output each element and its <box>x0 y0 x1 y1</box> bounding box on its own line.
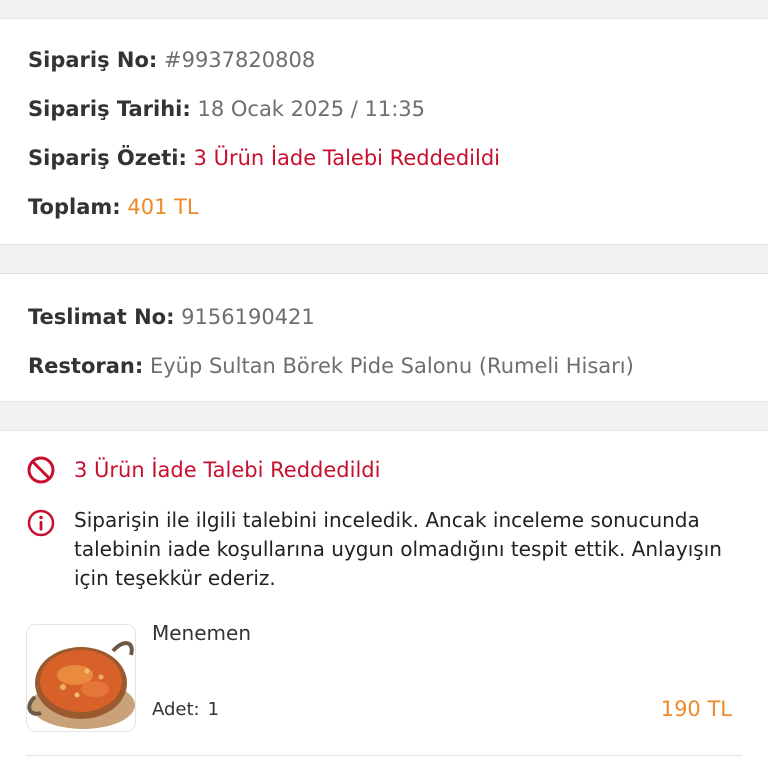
order-date-row: Sipariş Tarihi: 18 Ocak 2025 / 11:35 <box>28 95 748 123</box>
order-total-value: 401 TL <box>127 195 199 219</box>
quantity-label: Adet: <box>152 699 200 720</box>
product-quantity: Adet: 1 <box>152 699 219 720</box>
return-info-message: Siparişin ile ilgili talebini inceledik.… <box>26 506 746 593</box>
return-info-text: Siparişin ile ilgili talebini inceledik.… <box>74 508 722 590</box>
return-status-title: 3 Ürün İade Talebi Reddedildi <box>74 458 381 482</box>
order-number-label: Sipariş No: <box>28 48 158 72</box>
product-price: 190 TL <box>660 697 732 721</box>
order-summary-label: Sipariş Özeti: <box>28 146 187 170</box>
product-name: Menemen <box>152 621 252 645</box>
order-date-label: Sipariş Tarihi: <box>28 97 191 121</box>
restaurant-label: Restoran: <box>28 354 144 378</box>
divider <box>26 755 742 756</box>
delivery-info-card: Teslimat No: 9156190421 Restoran: Eyüp S… <box>0 273 768 402</box>
order-date-value: 18 Ocak 2025 / 11:35 <box>197 97 426 121</box>
return-status: 3 Ürün İade Talebi Reddedildi <box>26 455 380 485</box>
product-image <box>26 624 136 732</box>
order-info-card: Sipariş No: #9937820808 Sipariş Tarihi: … <box>0 18 768 245</box>
restaurant-row: Restoran: Eyüp Sultan Börek Pide Salonu … <box>28 352 748 380</box>
order-total-label: Toplam: <box>28 195 121 219</box>
delivery-number-value: 9156190421 <box>181 305 315 329</box>
order-summary-row: Sipariş Özeti: 3 Ürün İade Talebi Redded… <box>28 144 748 172</box>
delivery-number-row: Teslimat No: 9156190421 <box>28 303 748 331</box>
order-summary-value: 3 Ürün İade Talebi Reddedildi <box>193 146 500 170</box>
order-number-value: #9937820808 <box>163 48 316 72</box>
delivery-number-label: Teslimat No: <box>28 305 175 329</box>
return-request-card: 3 Ürün İade Talebi Reddedildi Siparişin … <box>0 430 768 768</box>
info-icon <box>26 508 56 542</box>
restaurant-value: Eyüp Sultan Börek Pide Salonu (Rumeli Hi… <box>149 354 634 378</box>
order-total-row: Toplam: 401 TL <box>28 193 748 221</box>
quantity-value: 1 <box>207 699 220 720</box>
prohibited-icon <box>26 455 56 485</box>
order-number-row: Sipariş No: #9937820808 <box>28 46 748 74</box>
